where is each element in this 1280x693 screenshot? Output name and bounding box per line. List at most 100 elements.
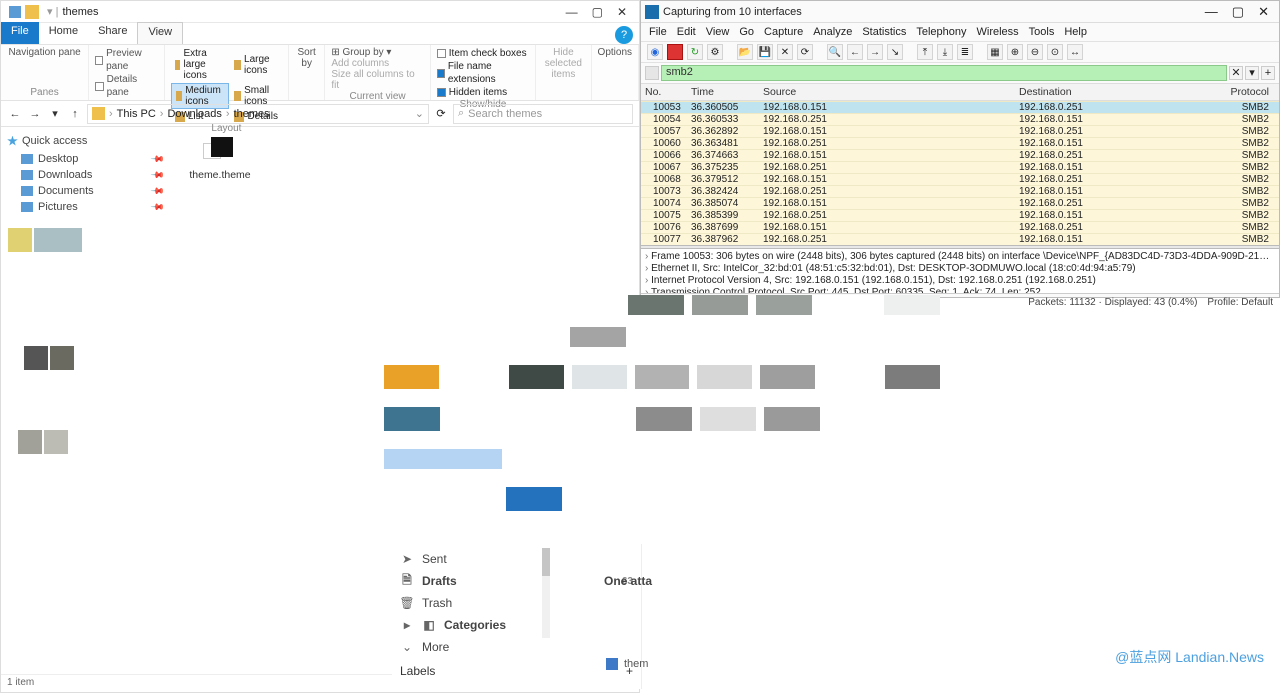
next-icon[interactable]: → xyxy=(867,44,883,60)
filter-bookmark-icon[interactable] xyxy=(645,66,659,80)
find-icon[interactable]: 🔍 xyxy=(827,44,843,60)
packet-row[interactable]: 1007736.387962192.168.0.251192.168.0.151… xyxy=(641,233,1279,245)
recent-button[interactable]: ▾ xyxy=(47,106,63,122)
navigation-pane-button[interactable]: Navigation pane xyxy=(7,47,82,58)
minimize-button[interactable]: — xyxy=(1205,4,1218,20)
apply-filter-button[interactable]: ▾ xyxy=(1245,66,1259,80)
maximize-button[interactable]: ▢ xyxy=(1232,4,1244,20)
menu-file[interactable]: File xyxy=(649,26,667,38)
close-file-icon[interactable]: ✕ xyxy=(777,44,793,60)
hide-selected-button[interactable]: Hide selected items xyxy=(542,47,584,80)
details-pane-button[interactable]: Details pane xyxy=(95,73,158,99)
packet-row[interactable]: 1007636.387699192.168.0.151192.168.0.251… xyxy=(641,221,1279,233)
zoom-out-icon[interactable]: ⊖ xyxy=(1027,44,1043,60)
add-columns-button[interactable]: Add columns xyxy=(331,58,423,69)
zoom-reset-icon[interactable]: ⊙ xyxy=(1047,44,1063,60)
start-capture-icon[interactable]: ◉ xyxy=(647,44,663,60)
col-time[interactable]: Time xyxy=(691,86,763,98)
group-by-button[interactable]: ⊞ Group by ▾ xyxy=(331,47,423,58)
colorize-icon[interactable]: ▦ xyxy=(987,44,1003,60)
prev-icon[interactable]: ← xyxy=(847,44,863,60)
minimize-button[interactable]: — xyxy=(566,5,578,19)
packet-row[interactable]: 1007536.385399192.168.0.251192.168.0.151… xyxy=(641,209,1279,221)
packet-row[interactable]: 1006636.374663192.168.0.151192.168.0.251… xyxy=(641,149,1279,161)
tab-home[interactable]: Home xyxy=(39,22,88,44)
sidebar-item-pictures[interactable]: Pictures📌 xyxy=(7,199,165,215)
tab-view[interactable]: View xyxy=(137,22,183,44)
layout-xl-icons[interactable]: Extra large icons xyxy=(171,47,230,82)
options-icon[interactable]: ⚙ xyxy=(707,44,723,60)
menu-wireless[interactable]: Wireless xyxy=(977,26,1019,38)
detail-frame[interactable]: Frame 10053: 306 bytes on wire (2448 bit… xyxy=(645,251,1275,263)
menu-help[interactable]: Help xyxy=(1064,26,1087,38)
options-button[interactable]: Options xyxy=(598,47,632,58)
detail-ethernet[interactable]: Ethernet II, Src: IntelCor_32:bd:01 (48:… xyxy=(645,263,1275,275)
scrollbar-thumb[interactable] xyxy=(542,548,550,576)
resize-cols-icon[interactable]: ↔ xyxy=(1067,44,1083,60)
sidebar-item-documents[interactable]: Documents📌 xyxy=(7,183,165,199)
refresh-button[interactable]: ⟳ xyxy=(433,107,449,120)
tab-share[interactable]: Share xyxy=(88,22,137,44)
packet-row[interactable]: 1005436.360533192.168.0.251192.168.0.151… xyxy=(641,113,1279,125)
packet-row[interactable]: 1007436.385074192.168.0.151192.168.0.251… xyxy=(641,197,1279,209)
back-button[interactable]: ← xyxy=(7,106,23,122)
file-extensions-toggle[interactable]: File name extensions xyxy=(437,60,529,86)
restart-capture-icon[interactable]: ↻ xyxy=(687,44,703,60)
menu-view[interactable]: View xyxy=(706,26,730,38)
menu-edit[interactable]: Edit xyxy=(677,26,696,38)
col-no[interactable]: No. xyxy=(645,86,691,98)
packet-list[interactable]: 1005336.360505192.168.0.151192.168.0.251… xyxy=(641,101,1279,245)
packet-row[interactable]: 1005336.360505192.168.0.151192.168.0.251… xyxy=(641,101,1279,113)
last-packet-icon[interactable]: ⤓ xyxy=(937,44,953,60)
menu-analyze[interactable]: Analyze xyxy=(813,26,852,38)
close-button[interactable]: ✕ xyxy=(1258,4,1269,20)
menu-statistics[interactable]: Statistics xyxy=(862,26,906,38)
packet-row[interactable]: 1006736.375235192.168.0.251192.168.0.151… xyxy=(641,161,1279,173)
packet-row[interactable]: 1005736.362892192.168.0.151192.168.0.251… xyxy=(641,125,1279,137)
sidebar-item-desktop[interactable]: Desktop📌 xyxy=(7,151,165,167)
zoom-in-icon[interactable]: ⊕ xyxy=(1007,44,1023,60)
packet-list-header[interactable]: No. Time Source Destination Protocol xyxy=(641,84,1279,101)
packet-row[interactable]: 1006836.379512192.168.0.151192.168.0.251… xyxy=(641,173,1279,185)
packet-row[interactable]: 1006036.363481192.168.0.251192.168.0.151… xyxy=(641,137,1279,149)
up-button[interactable]: ↑ xyxy=(67,106,83,122)
explorer-titlebar[interactable]: ▾ | themes — ▢ ✕ xyxy=(1,1,639,23)
layout-large-icons[interactable]: Large icons xyxy=(230,47,282,82)
goto-icon[interactable]: ↘ xyxy=(887,44,903,60)
search-input[interactable]: ⌕ Search themes xyxy=(453,104,633,124)
menu-go[interactable]: Go xyxy=(739,26,754,38)
menu-capture[interactable]: Capture xyxy=(764,26,803,38)
autoscroll-icon[interactable]: ≣ xyxy=(957,44,973,60)
forward-button[interactable]: → xyxy=(27,106,43,122)
col-destination[interactable]: Destination xyxy=(1019,86,1229,98)
mail-scrollbar[interactable] xyxy=(542,548,550,638)
breadcrumb[interactable]: › This PC › Downloads › themes ⌄ xyxy=(87,104,429,124)
stop-capture-icon[interactable] xyxy=(667,44,683,60)
detail-ip[interactable]: Internet Protocol Version 4, Src: 192.16… xyxy=(645,275,1275,287)
status-profile[interactable]: Profile: Default xyxy=(1207,297,1273,308)
attachment-chip[interactable]: them xyxy=(606,658,648,670)
open-icon[interactable]: 📂 xyxy=(737,44,753,60)
crumb-downloads[interactable]: Downloads xyxy=(167,108,221,120)
chevron-down-icon[interactable]: ⌄ xyxy=(415,107,424,120)
clear-filter-button[interactable]: ✕ xyxy=(1229,66,1243,80)
display-filter-input[interactable]: smb2 xyxy=(661,65,1227,81)
crumb-themes[interactable]: themes xyxy=(234,108,270,120)
add-filter-button[interactable]: + xyxy=(1261,66,1275,80)
first-packet-icon[interactable]: ⤒ xyxy=(917,44,933,60)
reload-icon[interactable]: ⟳ xyxy=(797,44,813,60)
packet-row[interactable]: 1007336.382424192.168.0.251192.168.0.151… xyxy=(641,185,1279,197)
tab-file[interactable]: File xyxy=(1,22,39,44)
file-theme-theme[interactable]: theme.theme xyxy=(181,137,259,181)
help-icon[interactable]: ? xyxy=(615,26,633,44)
col-source[interactable]: Source xyxy=(763,86,1019,98)
col-protocol[interactable]: Protocol xyxy=(1229,86,1269,98)
packet-details[interactable]: Frame 10053: 306 bytes on wire (2448 bit… xyxy=(641,249,1279,293)
menu-telephony[interactable]: Telephony xyxy=(916,26,966,38)
item-checkboxes-toggle[interactable]: Item check boxes xyxy=(437,47,529,60)
crumb-thispc[interactable]: This PC xyxy=(117,108,156,120)
sidebar-item-downloads[interactable]: Downloads📌 xyxy=(7,167,165,183)
sidebar-quick-access[interactable]: Quick access xyxy=(7,135,165,147)
menu-tools[interactable]: Tools xyxy=(1029,26,1055,38)
size-columns-button[interactable]: Size all columns to fit xyxy=(331,69,423,91)
